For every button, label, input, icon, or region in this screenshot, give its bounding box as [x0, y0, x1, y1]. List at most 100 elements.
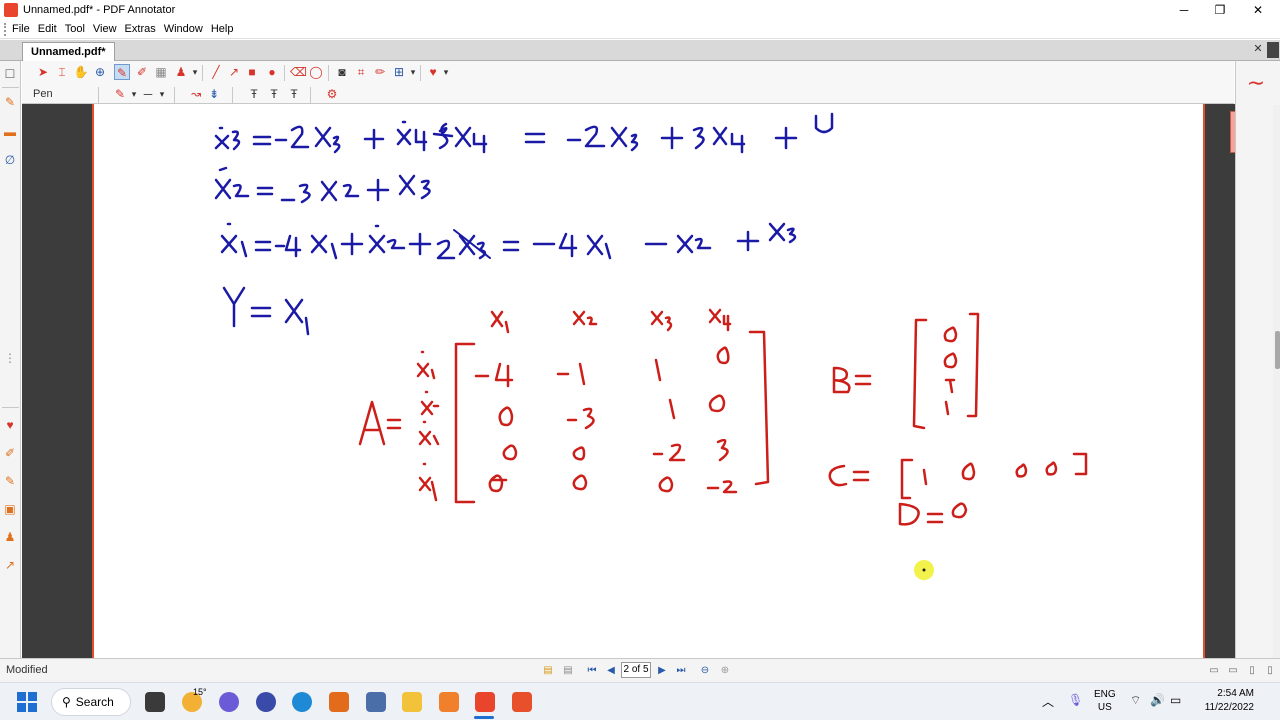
splitter-grip-icon[interactable]: ⋮: [3, 351, 17, 365]
arrow-tool-button[interactable]: ↗: [226, 64, 242, 80]
image-icon[interactable]: ▣: [3, 502, 17, 516]
marker-icon[interactable]: ✎: [3, 474, 17, 488]
save-folder-icon[interactable]: ▤: [561, 664, 575, 677]
status-bar: Modified ▤ ▤ ⏮ ◀ 2 of 5 ▶ ⏭ ⊖ ⊕ ▭ ▭ ▯ ▯: [0, 658, 1280, 682]
smooth-stroke-button[interactable]: ↝: [188, 86, 204, 102]
matlab-icon[interactable]: [329, 692, 349, 712]
weather-temperature: 15°: [193, 687, 207, 697]
file-explorer-icon[interactable]: [402, 692, 422, 712]
continuous-view-button[interactable]: ▭: [1226, 664, 1240, 677]
hand-icon[interactable]: ✋: [73, 64, 89, 80]
menu-view[interactable]: View: [89, 23, 121, 35]
scrollbar-thumb[interactable]: [1275, 331, 1280, 369]
pressure-button[interactable]: ⇟: [206, 86, 222, 102]
clock-time: 2:54 AM: [1217, 688, 1254, 699]
left-sidebar: ☐ ✎ ▬ ∅ ⋮ ♥ ✐ ✎ ▣ ♟ ↗: [0, 61, 21, 658]
menu-window[interactable]: Window: [160, 23, 207, 35]
highlighter-icon[interactable]: ✐: [3, 446, 17, 460]
restore-button[interactable]: ❐: [1202, 0, 1238, 20]
text-bold-button[interactable]: Ŧ: [246, 86, 262, 102]
bookmark-marker[interactable]: [1230, 111, 1235, 153]
edge-browser-icon[interactable]: [292, 692, 312, 712]
menu-edit[interactable]: Edit: [34, 23, 61, 35]
microphone-icon[interactable]: 🎙: [1068, 693, 1083, 707]
menu-file[interactable]: File: [8, 23, 34, 35]
wifi-icon[interactable]: ⌔: [1130, 693, 1141, 708]
select-arrow-icon[interactable]: ➤: [35, 64, 51, 80]
annotation-toolbar: ➤ ⌶ ✋ ⊕ ✎ ✐ ▦ ♟ ▾ ╱ ↗ ■ ● ⌫ ◯ ◙ ⌗ ✏ ⊞ ▾ …: [22, 61, 1234, 104]
crop-tool-button[interactable]: ⌗: [353, 64, 369, 80]
stamp-dropdown-chevron-icon[interactable]: ▾: [187, 64, 203, 80]
lasso-tool-button[interactable]: ◯: [308, 64, 324, 80]
text-underline-button[interactable]: Ŧ: [266, 86, 282, 102]
marker-tool-button[interactable]: ✏: [372, 64, 388, 80]
windows-taskbar: ⚲ Search 15° ︿ 🎙 ENG US ⌔ 🔊 ▭ 2:54 AM 11…: [0, 682, 1280, 720]
orange-app-icon[interactable]: [439, 692, 459, 712]
arrow-icon[interactable]: ↗: [3, 558, 17, 572]
vertical-scrollbar[interactable]: [1273, 105, 1280, 658]
eraser-tool-button[interactable]: ⌫: [290, 64, 307, 80]
single-page-view-button[interactable]: ▭: [1207, 664, 1221, 677]
attachment-icon[interactable]: ∅: [3, 153, 17, 167]
tray-overflow-chevron-icon[interactable]: ︿: [1042, 693, 1054, 710]
pdf-page[interactable]: [92, 104, 1205, 658]
two-page-view-button[interactable]: ▯: [1245, 664, 1259, 677]
tool-options-button[interactable]: ⚙: [324, 86, 340, 102]
favorites-dropdown-chevron-icon[interactable]: ▾: [438, 64, 454, 80]
pen-icon[interactable]: ✎: [3, 95, 17, 109]
task-view-icon[interactable]: [145, 692, 165, 712]
minimize-button[interactable]: ─: [1166, 0, 1202, 20]
windows-start-button[interactable]: [17, 692, 37, 712]
menu-bar: File Edit Tool View Extras Window Help: [0, 20, 1280, 39]
select-text-icon[interactable]: ⌶: [54, 64, 70, 80]
ink-equations-blue: [214, 112, 834, 336]
close-tab-button[interactable]: ✕: [1251, 42, 1265, 56]
zoom-icon[interactable]: ⊕: [92, 64, 108, 80]
stamp-icon[interactable]: ♟: [3, 530, 17, 544]
line-style-dropdown-chevron-icon[interactable]: ▾: [154, 86, 170, 102]
pen-tool-button[interactable]: ✎: [114, 64, 130, 80]
battery-icon[interactable]: ▭: [1170, 693, 1181, 707]
handwritten-ink-layer: [214, 112, 1088, 580]
insert-dropdown-chevron-icon[interactable]: ▾: [405, 64, 421, 80]
rectangle-tool-button[interactable]: ■: [244, 64, 260, 80]
open-folder-icon[interactable]: ▤: [541, 664, 555, 677]
folder-icon[interactable]: ▬: [3, 125, 17, 139]
document-viewer[interactable]: [22, 104, 1235, 658]
close-window-button[interactable]: ✕: [1240, 0, 1276, 20]
highlighter-tool-button[interactable]: ✐: [134, 64, 150, 80]
volume-icon[interactable]: 🔊: [1150, 693, 1165, 707]
network-app-icon[interactable]: [366, 692, 386, 712]
ink-squiggle-icon[interactable]: ∼: [1238, 65, 1274, 101]
menu-tool[interactable]: Tool: [61, 23, 89, 35]
taskbar-clock[interactable]: 2:54 AM 11/22/2022: [1190, 687, 1254, 715]
pdf-annotator-taskbar-icon[interactable]: [475, 692, 495, 712]
right-panel: ∼: [1235, 61, 1280, 658]
ellipse-tool-button[interactable]: ●: [264, 64, 280, 80]
tab-scroll-button[interactable]: [1267, 42, 1279, 58]
red-app-icon[interactable]: [512, 692, 532, 712]
previous-page-button[interactable]: ◀: [604, 664, 618, 677]
pdf-annotator-app-icon: [4, 3, 18, 17]
tab-unnamed-pdf[interactable]: Unnamed.pdf*: [22, 42, 115, 61]
image-tool-button[interactable]: ▦: [153, 64, 169, 80]
favorites-heart-icon[interactable]: ♥: [3, 418, 17, 432]
back-button[interactable]: ⊖: [698, 664, 712, 677]
menu-extras[interactable]: Extras: [121, 23, 160, 35]
first-page-button[interactable]: ⏮: [585, 664, 599, 677]
language-code: ENG: [1094, 689, 1116, 700]
next-page-button[interactable]: ▶: [655, 664, 669, 677]
settings-gear-icon[interactable]: [256, 692, 276, 712]
forward-button[interactable]: ⊕: [718, 664, 732, 677]
language-indicator[interactable]: ENG US: [1094, 688, 1116, 714]
two-page-continuous-view-button[interactable]: ▯: [1263, 664, 1277, 677]
page-icon[interactable]: ☐: [3, 67, 17, 81]
text-strike-button[interactable]: Ŧ: [286, 86, 302, 102]
last-page-button[interactable]: ⏭: [674, 664, 688, 677]
chat-icon[interactable]: [219, 692, 239, 712]
camera-tool-button[interactable]: ◙: [334, 64, 350, 80]
line-tool-button[interactable]: ╱: [208, 64, 224, 80]
page-number-field[interactable]: 2 of 5: [621, 662, 651, 678]
menu-help[interactable]: Help: [207, 23, 238, 35]
taskbar-search[interactable]: ⚲ Search: [51, 688, 131, 716]
